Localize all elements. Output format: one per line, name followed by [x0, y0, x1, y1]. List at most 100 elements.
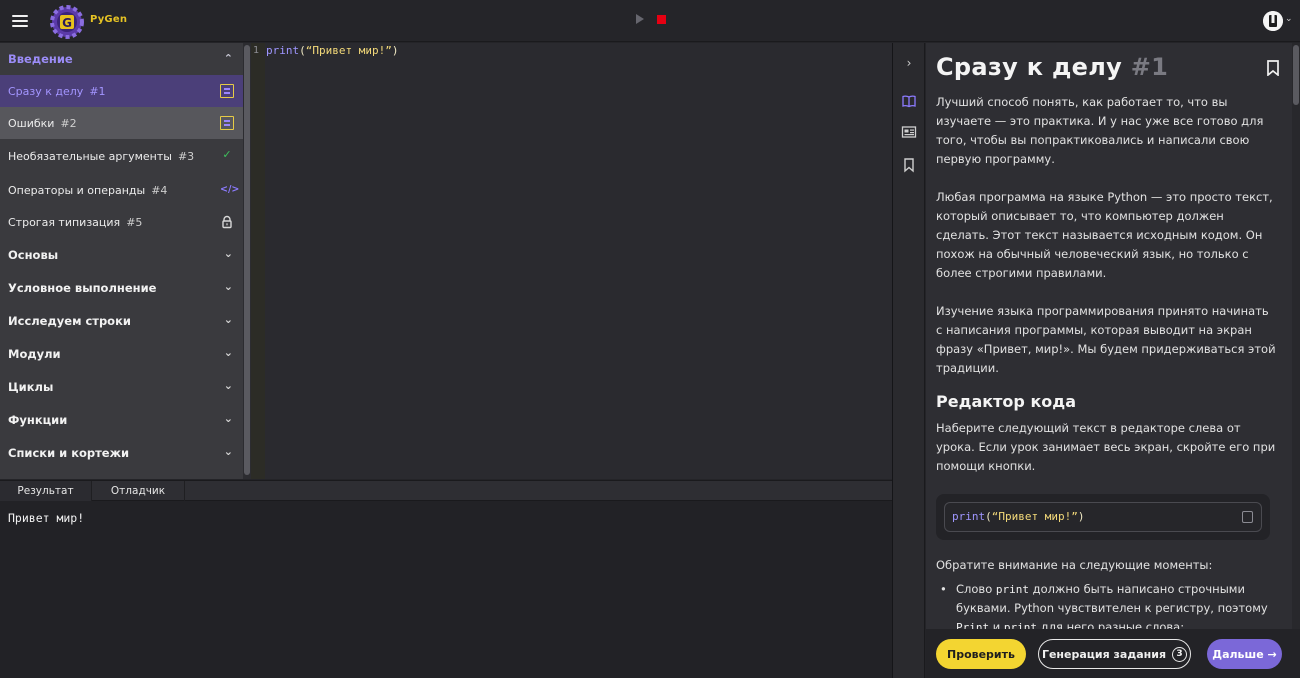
right-rail: ›	[893, 43, 925, 678]
chevron-down-icon: ⌄	[223, 412, 233, 425]
paragraph: Обратите внимание на следующие моменты:	[936, 558, 1213, 572]
chevron-down-icon: ⌄	[223, 445, 233, 458]
lesson-number: #5	[126, 215, 143, 229]
lesson-title: Сразу к делу	[8, 84, 84, 98]
lesson-item-3[interactable]: Необязательные аргументы #3 ✓	[0, 139, 243, 174]
lock-icon	[222, 215, 232, 229]
section-item[interactable]: Условное выполнение ⌄	[0, 271, 243, 304]
lesson-number: #1	[89, 84, 106, 98]
menu-icon[interactable]	[12, 13, 30, 29]
code-function: print	[266, 44, 300, 57]
inline-code: print	[1003, 621, 1038, 629]
paragraph: Любая программа на языке Python — это пр…	[936, 190, 1273, 280]
code-editor[interactable]: 1 print(“Привет мир!”)	[251, 43, 892, 479]
chevron-right-icon[interactable]: ›	[901, 55, 917, 71]
code-line[interactable]: print(“Привет мир!”)	[266, 44, 398, 57]
lesson-item-1[interactable]: Сразу к делу #1	[0, 75, 243, 107]
chevron-down-icon: ⌄	[223, 280, 233, 293]
text-part: и	[989, 620, 1004, 629]
check-icon: ✓	[222, 148, 232, 161]
section-item[interactable]: Модули ⌄	[0, 337, 243, 370]
scrollbar-thumb[interactable]	[1293, 45, 1299, 105]
stop-icon[interactable]	[657, 15, 666, 24]
section-title: Введение	[8, 52, 73, 66]
lesson-number: #2	[60, 116, 77, 130]
article-icon[interactable]	[901, 124, 917, 140]
doc-icon	[220, 116, 234, 130]
lesson-item-2[interactable]: Ошибки #2	[0, 107, 243, 139]
console-output: Привет мир!	[8, 511, 85, 525]
generate-task-button[interactable]: Генерация задания 3	[1038, 639, 1191, 669]
section-title: Циклы	[8, 379, 54, 394]
lesson-title: Операторы и операнды	[8, 183, 146, 197]
code-paren-open: (	[985, 510, 992, 523]
chevron-up-icon: ⌃	[223, 52, 233, 65]
editor-gutter: 1	[251, 43, 265, 479]
section-title: Функции	[8, 412, 68, 427]
check-button[interactable]: Проверить	[936, 639, 1026, 669]
section-item[interactable]: Циклы ⌄	[0, 370, 243, 403]
bookmark-icon[interactable]	[901, 157, 917, 173]
bookmark-icon[interactable]	[1267, 60, 1279, 76]
brand-name: PyGen	[90, 14, 128, 25]
code-example: print(“Привет мир!”)	[944, 502, 1262, 532]
lesson-item-5[interactable]: Строгая типизация #5	[0, 206, 243, 238]
code-paren-close: )	[391, 44, 399, 57]
top-bar: G PyGen ⌄	[0, 0, 1300, 42]
lesson-title: Необязательные аргументы	[8, 150, 172, 163]
play-icon[interactable]	[636, 14, 644, 24]
copy-icon[interactable]	[1242, 511, 1253, 523]
section-title: Списки и кортежи	[8, 445, 130, 460]
code-example-card: print(“Привет мир!”)	[936, 494, 1270, 540]
lesson-footer: Проверить Генерация задания 3 Дальше →	[926, 629, 1300, 678]
section-title: Модули	[8, 346, 61, 361]
chevron-down-icon: ⌄	[223, 379, 233, 392]
paragraph: Изучение языка программирования принято …	[936, 304, 1276, 375]
section-title: Основы	[8, 247, 59, 262]
scrollbar-thumb[interactable]	[244, 45, 250, 475]
section-intro[interactable]: Введение ⌃	[0, 43, 243, 75]
chevron-down-icon[interactable]: ⌄	[1285, 14, 1293, 24]
lesson-item-4[interactable]: Операторы и операнды #4 </>	[0, 174, 243, 206]
list-item: Слово print должно быть написано строчны…	[936, 580, 1276, 629]
console-tabs: Результат Отладчик	[0, 480, 892, 501]
course-sidebar: Введение ⌃ Сразу к делу #1 Ошибки #2 Нео…	[0, 43, 243, 479]
lesson-title: Строгая типизация	[8, 215, 121, 229]
next-button[interactable]: Дальше →	[1207, 639, 1282, 669]
generate-label: Генерация задания	[1041, 647, 1167, 661]
text-part: Слово	[956, 582, 996, 596]
lesson-number: #3	[177, 150, 195, 163]
doc-icon	[220, 84, 234, 98]
console-output-panel: Привет мир!	[0, 501, 892, 678]
tab-debugger[interactable]: Отладчик	[92, 481, 185, 501]
code-function: print	[952, 510, 986, 523]
lesson-title: Сразу к делу #1	[936, 53, 1168, 81]
app-root: G PyGen ⌄ Введение ⌃ Сразу к делу #1 Оши…	[0, 0, 1300, 678]
logo-icon: G	[50, 5, 84, 39]
sidebar-scrollbar[interactable]	[243, 43, 251, 479]
section-item[interactable]: Списки и кортежи ⌄	[0, 436, 243, 469]
section-item[interactable]: Функции ⌄	[0, 403, 243, 436]
logo-letter: G	[62, 16, 72, 30]
section-item[interactable]: Исследуем строки ⌄	[0, 304, 243, 337]
code-icon: </>	[220, 184, 240, 195]
tab-result[interactable]: Результат	[0, 481, 92, 501]
chevron-down-icon: ⌄	[223, 247, 233, 260]
section-item[interactable]: Основы ⌄	[0, 238, 243, 271]
text-part: для него разные слова;	[1037, 620, 1185, 629]
avatar[interactable]	[1263, 11, 1283, 31]
lesson-title-number: #1	[1130, 53, 1169, 81]
generate-count-badge: 3	[1172, 646, 1188, 662]
inline-code: print	[995, 583, 1030, 596]
chevron-down-icon: ⌄	[223, 346, 233, 359]
lesson-title: Ошибки	[8, 116, 55, 130]
code-string: “Привет мир!”	[305, 44, 392, 57]
lesson-scrollbar[interactable]	[1292, 43, 1300, 629]
book-icon[interactable]	[901, 93, 917, 109]
notes-list: Слово print должно быть написано строчны…	[936, 580, 1276, 629]
inline-code: Print	[956, 621, 990, 629]
paragraph: Наберите следующий текст в редакторе сле…	[936, 421, 1276, 473]
lesson-number: #4	[151, 183, 168, 197]
section-heading: Редактор кода	[936, 392, 1077, 411]
chevron-down-icon: ⌄	[223, 313, 233, 326]
